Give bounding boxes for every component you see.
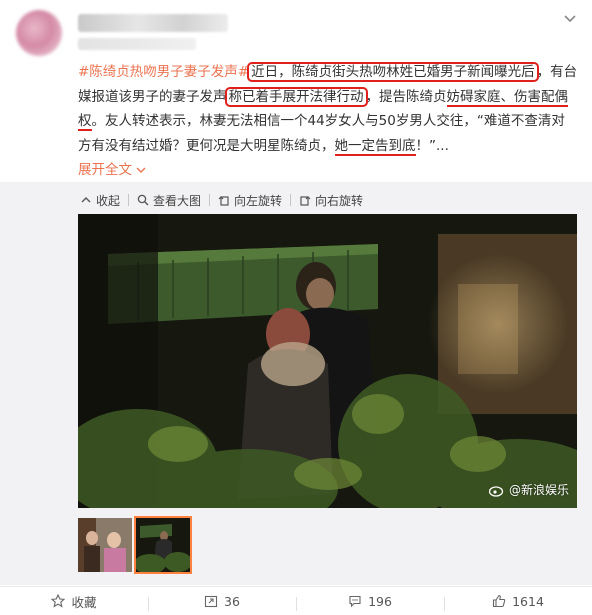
- like-button[interactable]: 1614: [444, 593, 592, 611]
- rotate-right-button[interactable]: 向右旋转: [299, 192, 363, 209]
- favorite-label: 收藏: [71, 594, 97, 610]
- comment-count: 196: [368, 593, 392, 609]
- collapse-label: 收起: [96, 193, 121, 208]
- watermark: @新浪娱乐: [488, 481, 569, 498]
- repost-count: 36: [224, 593, 240, 609]
- image-toolbar: 收起 查看大图 向左旋转 向右旋转: [80, 190, 363, 210]
- collapse-button[interactable]: 收起: [80, 192, 120, 209]
- rotate-left-label: 向左旋转: [234, 193, 283, 208]
- repost-icon: [204, 595, 218, 608]
- text-segment: 友人转述表示，林妻无法相信一个44岁女人与50岁男人交往，“难道不查清对方有没有…: [78, 113, 565, 154]
- thumbnail-image: [136, 518, 190, 572]
- expand-label: 展开全文: [78, 162, 132, 178]
- comment-button[interactable]: 196: [296, 593, 444, 611]
- username-blurred[interactable]: [78, 14, 228, 32]
- avatar[interactable]: [16, 10, 62, 56]
- night-street-photo: [78, 214, 577, 508]
- text-segment: ！”...: [415, 137, 449, 154]
- weibo-logo-icon: [488, 485, 504, 497]
- rotate-right-icon: [300, 196, 311, 206]
- divider: [209, 194, 211, 206]
- magnifier-icon: [137, 194, 149, 206]
- topic-link[interactable]: #陈绮贞热吻男子妻子发声#: [78, 64, 249, 80]
- action-bar: 收藏 36 196 1614: [0, 586, 592, 615]
- media-area: 收起 查看大图 向左旋转 向右旋转 @新浪娱乐: [0, 182, 592, 585]
- like-count: 1614: [512, 593, 544, 609]
- text-segment: ，提告陈绮贞: [365, 88, 447, 105]
- post-text: #陈绮贞热吻男子妻子发声# 近日，陈绮贞街头热吻林姓已婚男子新闻曝光后 ，有台媒报道…: [78, 60, 578, 183]
- highlight-box-2: 称已着手展开法律行动: [224, 86, 368, 107]
- rotate-right-label: 向右旋转: [315, 193, 364, 208]
- thumbnail-2-active[interactable]: [134, 516, 192, 574]
- highlight-box-1: 近日，陈绮贞街头热吻林姓已婚男子新闻曝光后: [247, 62, 539, 82]
- divider: [128, 194, 130, 206]
- thumbnail-1[interactable]: [78, 518, 132, 572]
- chevron-down-icon[interactable]: [562, 12, 578, 26]
- post-header: [0, 0, 592, 58]
- favorite-button[interactable]: 收藏: [0, 592, 148, 611]
- view-large-label: 查看大图: [153, 193, 202, 208]
- divider: [290, 194, 292, 206]
- expand-full-text-link[interactable]: 展开全文: [78, 162, 146, 178]
- view-large-button[interactable]: 查看大图: [137, 192, 201, 209]
- post-meta-blurred: [78, 38, 196, 50]
- thumbnail-strip: [78, 516, 194, 574]
- text-segment: 。: [91, 113, 106, 129]
- star-icon: [51, 594, 66, 608]
- chevron-down-icon: [136, 167, 146, 173]
- collapse-arrow-icon: [81, 197, 91, 203]
- watermark-text: @新浪娱乐: [508, 483, 569, 497]
- comment-icon: [349, 595, 361, 608]
- rotate-left-icon: [218, 196, 229, 206]
- rotate-left-button[interactable]: 向左旋转: [218, 192, 282, 209]
- thumbnail-image: [78, 518, 132, 572]
- highlight-underline-2: 她一定告到底: [334, 137, 416, 156]
- post-photo[interactable]: @新浪娱乐: [78, 214, 577, 508]
- repost-button[interactable]: 36: [148, 593, 296, 611]
- thumbs-up-icon: [493, 594, 506, 608]
